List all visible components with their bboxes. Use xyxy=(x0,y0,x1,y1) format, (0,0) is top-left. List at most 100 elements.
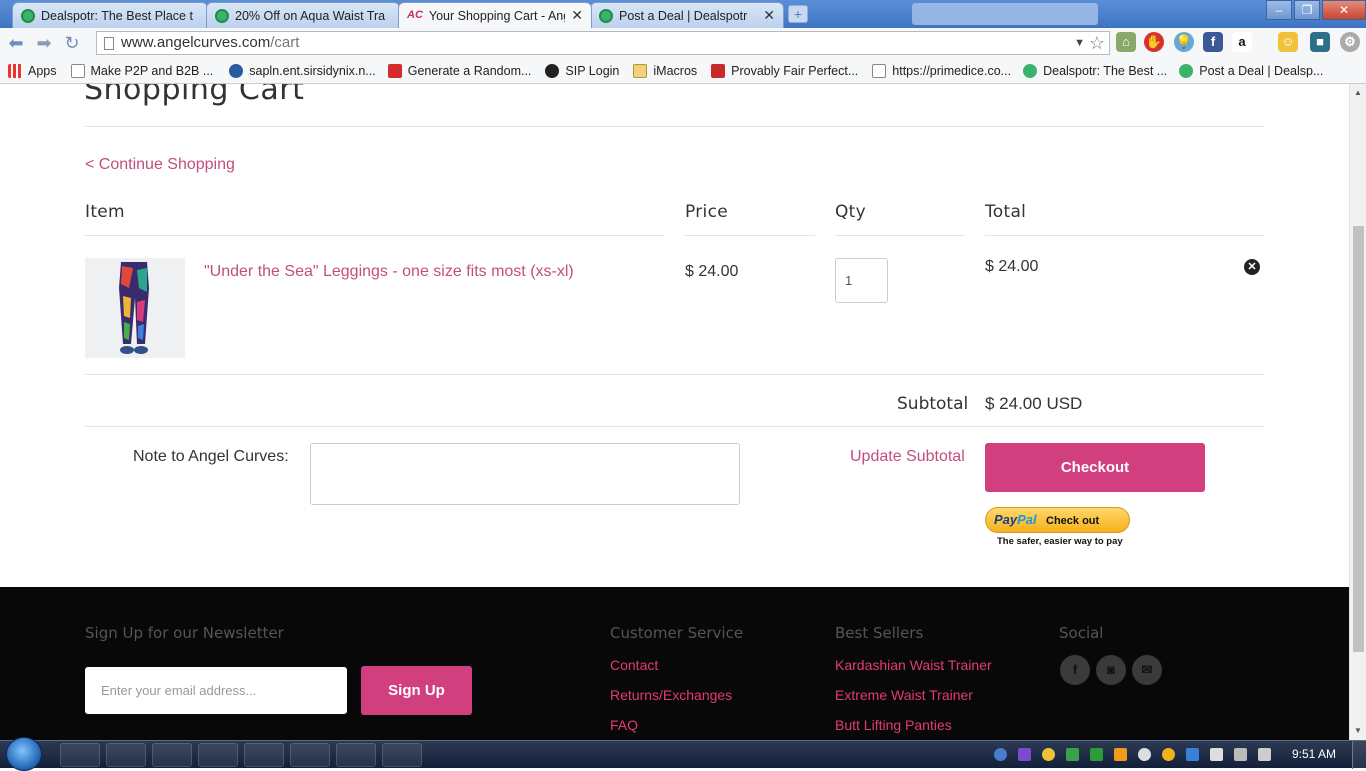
footer-link-returns[interactable]: Returns/Exchanges xyxy=(610,687,732,703)
signup-button[interactable]: Sign Up xyxy=(361,666,472,715)
taskbar-app-button[interactable] xyxy=(106,743,146,767)
dropdown-arrow-icon[interactable]: ▼ xyxy=(1074,32,1085,54)
network-icon[interactable] xyxy=(1234,748,1247,761)
taskbar-notepad-button[interactable] xyxy=(290,743,330,767)
footer-link-butt-lifting[interactable]: Butt Lifting Panties xyxy=(835,717,952,733)
scroll-down-icon[interactable]: ▼ xyxy=(1354,726,1362,735)
tray-icon[interactable] xyxy=(1090,748,1103,761)
address-bar[interactable]: www.angelcurves.com/cart ▼ ☆ xyxy=(96,31,1110,55)
reload-icon[interactable]: ↻ xyxy=(60,33,84,54)
facebook-icon[interactable]: f xyxy=(1203,32,1223,52)
taskbar-ie-button[interactable] xyxy=(382,743,422,767)
close-tab-icon[interactable]: ✕ xyxy=(763,7,775,24)
note-textarea[interactable] xyxy=(310,443,740,505)
column-header-item: Item xyxy=(85,202,125,222)
taskbar-chrome-button[interactable] xyxy=(336,743,376,767)
amazon-icon[interactable]: a xyxy=(1232,32,1252,52)
bookmark-item[interactable]: sapln.ent.sirsidynix.n... xyxy=(229,63,376,78)
tray-icon[interactable] xyxy=(1186,748,1199,761)
facebook-icon[interactable]: f xyxy=(1060,655,1090,685)
taskbar-clock[interactable]: 9:51 AM xyxy=(1292,747,1336,761)
tab-aqua-waist[interactable]: 20% Off on Aqua Waist Tra xyxy=(206,2,400,28)
tab-dealspotr[interactable]: Dealspotr: The Best Place t xyxy=(12,2,208,28)
tray-icon[interactable] xyxy=(1066,748,1079,761)
paypal-logo-pal: Pal xyxy=(1017,512,1037,527)
footer-link-kardashian[interactable]: Kardashian Waist Trainer xyxy=(835,657,992,673)
tray-icon[interactable] xyxy=(1138,748,1151,761)
bookmark-item[interactable]: Provably Fair Perfect... xyxy=(711,63,858,78)
checkout-button[interactable]: Checkout xyxy=(985,443,1205,492)
instagram-icon[interactable]: ◙ xyxy=(1096,655,1126,685)
tray-icon[interactable] xyxy=(1018,748,1031,761)
maximize-button[interactable]: ❐ xyxy=(1294,0,1320,20)
bookmark-star-icon[interactable]: ☆ xyxy=(1089,32,1105,54)
divider xyxy=(85,426,1265,427)
taskbar-app-button[interactable] xyxy=(60,743,100,767)
footer-link-extreme[interactable]: Extreme Waist Trainer xyxy=(835,687,973,703)
back-arrow-icon[interactable]: ⬅ xyxy=(4,33,28,54)
minimize-button[interactable]: – xyxy=(1266,0,1292,20)
extension-icon[interactable]: ■ xyxy=(1310,32,1330,52)
scrollbar-thumb[interactable] xyxy=(1353,226,1364,652)
tab-title: Your Shopping Cart - Ange xyxy=(428,8,566,23)
paypal-tagline: The safer, easier way to pay xyxy=(997,536,1123,547)
close-tab-icon[interactable]: ✕ xyxy=(571,7,583,24)
bookmark-item[interactable]: Dealspotr: The Best ... xyxy=(1023,63,1167,78)
tab-shopping-cart[interactable]: AC Your Shopping Cart - Ange ✕ xyxy=(398,2,592,28)
tray-icon[interactable] xyxy=(1114,748,1127,761)
footer-link-faq[interactable]: FAQ xyxy=(610,717,638,733)
home-icon[interactable]: ⌂ xyxy=(1116,32,1136,52)
close-window-button[interactable]: ✕ xyxy=(1322,0,1366,20)
bulb-icon[interactable]: 💡 xyxy=(1174,32,1194,52)
product-thumbnail[interactable] xyxy=(85,258,185,358)
email-icon[interactable]: ✉ xyxy=(1132,655,1162,685)
tray-icon[interactable] xyxy=(1042,748,1055,761)
bookmark-item[interactable]: https://primedice.co... xyxy=(872,63,1011,78)
bookmark-label: iMacros xyxy=(653,63,698,78)
product-name-link[interactable]: "Under the Sea" Leggings - one size fits… xyxy=(204,263,574,281)
tray-icon[interactable] xyxy=(1162,748,1175,761)
divider xyxy=(85,126,1265,127)
newsletter-heading: Sign Up for our Newsletter xyxy=(85,624,284,642)
settings-icon[interactable]: ⚙ xyxy=(1340,32,1360,52)
bookmark-item[interactable]: Generate a Random... xyxy=(387,63,531,78)
adblock-icon[interactable]: ✋ xyxy=(1144,32,1164,52)
update-subtotal-link[interactable]: Update Subtotal xyxy=(850,448,965,466)
volume-icon[interactable] xyxy=(1258,748,1271,761)
dice-icon xyxy=(711,63,726,78)
scroll-up-icon[interactable]: ▲ xyxy=(1354,88,1362,97)
show-desktop-button[interactable] xyxy=(1352,741,1366,769)
taskbar-app-button[interactable] xyxy=(244,743,284,767)
browser-tab-strip: Dealspotr: The Best Place t 20% Off on A… xyxy=(0,0,1366,28)
footer-link-contact[interactable]: Contact xyxy=(610,657,658,673)
quantity-input[interactable]: 1 xyxy=(835,258,888,303)
angelcurves-icon: AC xyxy=(407,8,423,21)
taskbar-app-button[interactable] xyxy=(198,743,238,767)
new-tab-button[interactable]: + xyxy=(788,5,808,23)
divider xyxy=(835,235,965,236)
start-button[interactable] xyxy=(6,737,42,771)
url-host: www.angelcurves.com xyxy=(121,34,271,51)
column-header-total: Total xyxy=(985,202,1027,222)
continue-shopping-link[interactable]: < Continue Shopping xyxy=(85,156,235,174)
vertical-scrollbar[interactable]: ▲ ▼ xyxy=(1349,84,1366,740)
newsletter-email-input[interactable]: Enter your email address... xyxy=(85,667,347,714)
bookmark-label: Post a Deal | Dealsp... xyxy=(1199,63,1324,78)
tab-post-deal[interactable]: Post a Deal | Dealspotr ✕ xyxy=(590,2,784,28)
extension-icon[interactable]: ☺ xyxy=(1278,32,1298,52)
taskbar-explorer-button[interactable] xyxy=(152,743,192,767)
paypal-logo-pay: Pay xyxy=(994,512,1018,527)
bookmark-item[interactable]: SIP Login xyxy=(545,63,619,78)
paypal-checkout-button[interactable]: PayPal Check out xyxy=(985,507,1130,533)
column-header-price: Price xyxy=(685,202,728,222)
tray-icon[interactable] xyxy=(1210,748,1223,761)
red-f-icon xyxy=(387,63,402,78)
bookmark-apps[interactable]: Apps xyxy=(8,63,57,78)
bookmark-folder[interactable]: iMacros xyxy=(633,63,698,78)
bookmark-item[interactable]: Post a Deal | Dealsp... xyxy=(1179,63,1324,78)
remove-item-icon[interactable]: ✕ xyxy=(1244,259,1260,275)
tray-icon[interactable] xyxy=(994,748,1007,761)
page-title: Shopping Cart xyxy=(84,84,305,107)
bookmark-item[interactable]: Make P2P and B2B ... xyxy=(70,63,213,78)
forward-arrow-icon[interactable]: ➡ xyxy=(32,33,56,54)
